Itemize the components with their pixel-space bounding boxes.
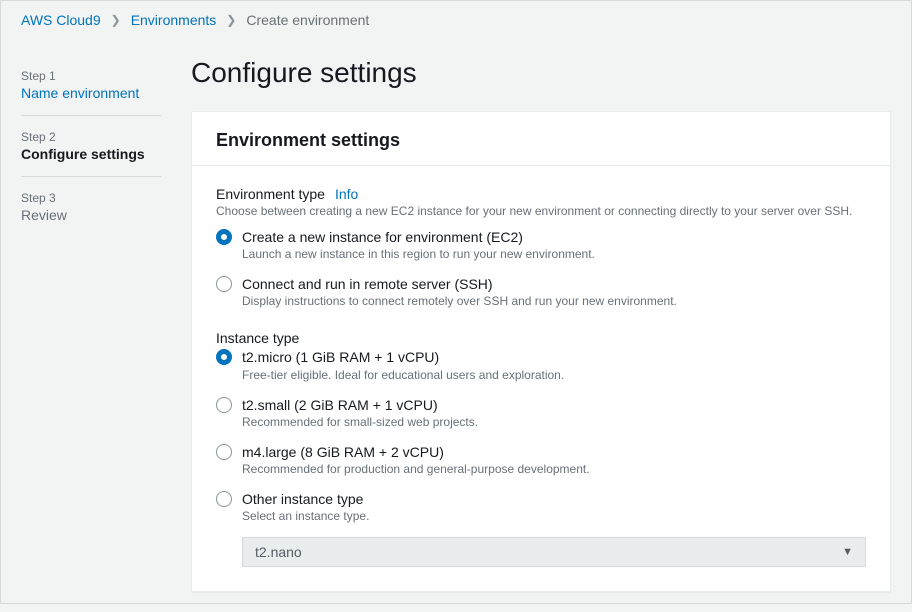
wizard-step-2: Step 2 Configure settings: [21, 130, 161, 177]
radio-option-m4large[interactable]: m4.large (8 GiB RAM + 2 vCPU) Recommende…: [216, 443, 866, 476]
radio-icon[interactable]: [216, 229, 232, 245]
radio-title: Connect and run in remote server (SSH): [242, 275, 866, 293]
radio-icon[interactable]: [216, 276, 232, 292]
environment-type-group: Environment type Info Choose between cre…: [216, 186, 866, 308]
page-title: Configure settings: [191, 57, 891, 89]
radio-icon[interactable]: [216, 444, 232, 460]
radio-title: Other instance type: [242, 490, 866, 508]
radio-option-ec2[interactable]: Create a new instance for environment (E…: [216, 228, 866, 261]
radio-description: Free-tier eligible. Ideal for educationa…: [242, 368, 866, 382]
caret-down-icon: ▼: [842, 546, 853, 558]
wizard-step-1[interactable]: Step 1 Name environment: [21, 69, 161, 116]
breadcrumb-aws-cloud9[interactable]: AWS Cloud9: [21, 12, 101, 28]
step-label: Step 2: [21, 130, 161, 144]
radio-icon[interactable]: [216, 349, 232, 365]
radio-description: Launch a new instance in this region to …: [242, 247, 866, 261]
radio-description: Recommended for small-sized web projects…: [242, 415, 866, 429]
radio-option-ssh[interactable]: Connect and run in remote server (SSH) D…: [216, 275, 866, 308]
info-link[interactable]: Info: [335, 186, 358, 202]
breadcrumb-current: Create environment: [246, 12, 369, 28]
instance-type-label: Instance type: [216, 330, 299, 346]
radio-title: Create a new instance for environment (E…: [242, 228, 866, 246]
radio-option-t2small[interactable]: t2.small (2 GiB RAM + 1 vCPU) Recommende…: [216, 396, 866, 429]
select-value: t2.nano: [255, 544, 302, 560]
panel-title: Environment settings: [216, 130, 866, 151]
radio-description: Recommended for production and general-p…: [242, 462, 866, 476]
breadcrumb: AWS Cloud9 ❯ Environments ❯ Create envir…: [1, 1, 911, 39]
env-type-description: Choose between creating a new EC2 instan…: [216, 204, 866, 218]
chevron-right-icon: ❯: [226, 13, 236, 27]
radio-title: m4.large (8 GiB RAM + 2 vCPU): [242, 443, 866, 461]
wizard-step-3: Step 3 Review: [21, 191, 161, 237]
radio-icon[interactable]: [216, 397, 232, 413]
radio-description: Select an instance type.: [242, 509, 866, 523]
environment-settings-panel: Environment settings Environment type In…: [191, 111, 891, 592]
radio-title: t2.small (2 GiB RAM + 1 vCPU): [242, 396, 866, 414]
env-type-label: Environment type: [216, 186, 325, 202]
radio-icon[interactable]: [216, 491, 232, 507]
breadcrumb-environments[interactable]: Environments: [131, 12, 217, 28]
step-label: Step 1: [21, 69, 161, 83]
chevron-right-icon: ❯: [111, 13, 121, 27]
radio-description: Display instructions to connect remotely…: [242, 294, 866, 308]
radio-option-t2micro[interactable]: t2.micro (1 GiB RAM + 1 vCPU) Free-tier …: [216, 348, 866, 381]
wizard-steps-sidebar: Step 1 Name environment Step 2 Configure…: [21, 39, 161, 592]
panel-header: Environment settings: [192, 112, 890, 166]
step-title: Name environment: [21, 85, 161, 101]
other-instance-select[interactable]: t2.nano ▼: [242, 537, 866, 567]
instance-type-group: Instance type t2.micro (1 GiB RAM + 1 vC…: [216, 330, 866, 567]
step-title: Review: [21, 207, 161, 223]
step-label: Step 3: [21, 191, 161, 205]
radio-title: t2.micro (1 GiB RAM + 1 vCPU): [242, 348, 866, 366]
radio-option-other[interactable]: Other instance type Select an instance t…: [216, 490, 866, 523]
step-title: Configure settings: [21, 146, 161, 162]
